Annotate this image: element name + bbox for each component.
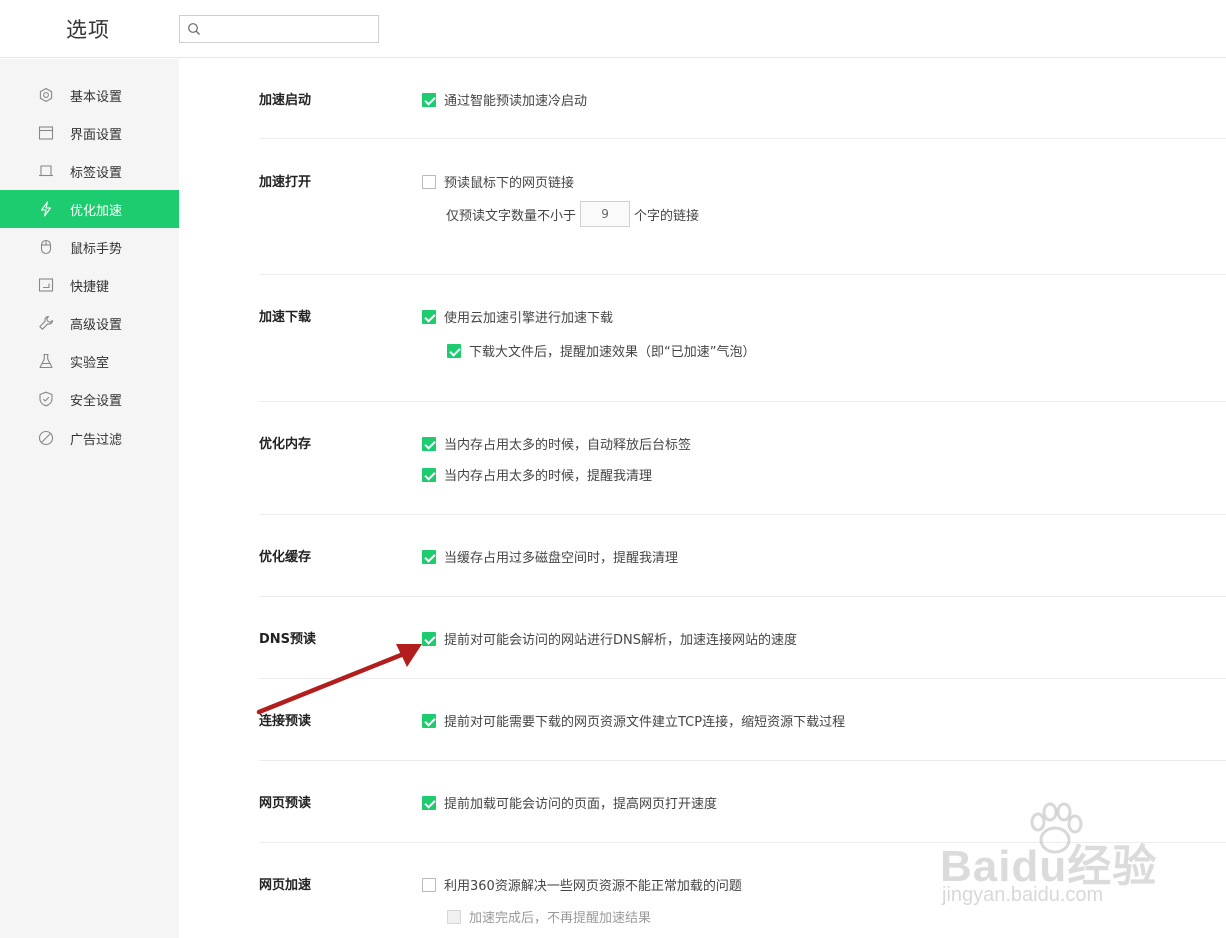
keyboard-icon [38,278,54,292]
mouse-icon [40,239,52,255]
min-chars-prefix: 仅预读文字数量不小于 [446,208,577,224]
checkbox[interactable] [422,795,436,810]
tab-icon [39,165,53,177]
section-title: 网页加速 [259,878,312,893]
option-release-tabs[interactable]: 当内存占用太多的时候，自动释放后台标签 [422,434,691,453]
section-cache: 优化缓存 当缓存占用过多磁盘空间时，提醒我清理 [259,515,1226,597]
option-no-accel-remind[interactable]: 加速完成后，不再提醒加速结果 [447,907,651,926]
sidebar-item-label: 优化加速 [70,204,123,219]
search-box[interactable] [179,15,379,43]
section-page-accel: 网页加速 利用360资源解决一些网页资源不能正常加载的问题 加速完成后，不再提醒… [259,843,1226,938]
sidebar-item-tabs[interactable]: 标签设置 [0,152,179,190]
sidebar-item-label: 高级设置 [70,318,123,333]
min-chars-input[interactable] [580,201,631,227]
lightning-icon [40,201,52,217]
checkbox[interactable] [422,309,436,324]
sidebar-item-adblock[interactable]: 广告过滤 [0,419,179,457]
option-label: 使用云加速引擎进行加速下载 [444,311,614,326]
checkbox[interactable] [447,909,461,924]
sidebar-item-label: 快捷键 [70,280,110,295]
sidebar-item-label: 基本设置 [70,90,123,105]
section-title: 连接预读 [259,714,312,729]
option-cache-remind[interactable]: 当缓存占用过多磁盘空间时，提醒我清理 [422,547,678,566]
section-connect: 连接预读 提前对可能需要下载的网页资源文件建立TCP连接，缩短资源下载过程 [259,679,1226,761]
sidebar-item-label: 安全设置 [70,394,123,409]
sidebar-item-ui[interactable]: 界面设置 [0,114,179,152]
block-icon [38,430,54,446]
section-title: 网页预读 [259,796,312,811]
section-title: 加速下载 [259,310,312,325]
section-memory: 优化内存 当内存占用太多的时候，自动释放后台标签 当内存占用太多的时候，提醒我清… [259,402,1226,515]
option-memory-remind[interactable]: 当内存占用太多的时候，提醒我清理 [422,465,652,484]
wrench-icon [39,315,54,330]
window-icon [38,126,54,140]
sidebar-item-advanced[interactable]: 高级设置 [0,304,179,342]
option-360-resource[interactable]: 利用360资源解决一些网页资源不能正常加载的问题 [422,875,742,894]
section-title: 优化内存 [259,437,312,452]
option-label: 当缓存占用过多磁盘空间时，提醒我清理 [444,551,679,566]
section-startup: 加速启动 通过智能预读加速冷启动 [259,59,1226,139]
section-title: 加速打开 [259,175,312,190]
checkbox[interactable] [422,467,436,482]
sidebar-item-optimize[interactable]: 优化加速 [0,190,179,228]
search-input[interactable] [206,19,374,39]
sidebar-item-label: 鼠标手势 [70,242,123,257]
option-label: 当内存占用太多的时候，自动释放后台标签 [444,438,692,453]
section-title: 优化缓存 [259,550,312,565]
sidebar-item-label: 界面设置 [70,128,123,143]
checkbox[interactable] [422,713,436,728]
option-label: 利用360资源解决一些网页资源不能正常加载的问题 [444,879,742,894]
page-title: 选项 [66,18,110,42]
option-label: 加速完成后，不再提醒加速结果 [469,911,652,926]
sidebar-item-security[interactable]: 安全设置 [0,380,179,418]
content: 加速启动 通过智能预读加速冷启动 加速打开 预读鼠标下的网页链接 仅预读文字数量… [179,59,1226,938]
sidebar: 基本设置 界面设置 标签设置 优化加速 鼠标手势 快捷键 高级设置 实验室 安全… [0,59,179,938]
section-title: 加速启动 [259,93,312,108]
section-title: DNS预读 [259,632,317,647]
checkbox[interactable] [422,877,436,892]
min-chars-row: 仅预读文字数量不小于 个字的链接 [446,201,699,227]
sidebar-item-lab[interactable]: 实验室 [0,342,179,380]
option-cloud-download[interactable]: 使用云加速引擎进行加速下载 [422,307,613,326]
checkbox[interactable] [422,174,436,189]
checkbox[interactable] [447,343,461,358]
section-page-preread: 网页预读 提前加载可能会访问的页面，提高网页打开速度 [259,761,1226,843]
option-label: 预读鼠标下的网页链接 [444,176,575,191]
sidebar-item-shortcuts[interactable]: 快捷键 [0,266,179,304]
section-open: 加速打开 预读鼠标下的网页链接 仅预读文字数量不小于 个字的链接 [259,139,1226,275]
min-chars-suffix: 个字的链接 [634,208,700,224]
section-dns: DNS预读 提前对可能会访问的网站进行DNS解析，加速连接网站的速度 [259,597,1226,679]
sidebar-item-label: 标签设置 [70,166,123,181]
header: 选项 [0,0,1226,58]
checkbox[interactable] [422,631,436,646]
checkbox[interactable] [422,549,436,564]
gear-icon [39,87,53,103]
option-label: 通过智能预读加速冷启动 [444,94,588,109]
sidebar-item-mouse[interactable]: 鼠标手势 [0,228,179,266]
section-download: 加速下载 使用云加速引擎进行加速下载 下载大文件后，提醒加速效果（即“已加速”气… [259,275,1226,402]
sidebar-item-label: 实验室 [70,356,110,371]
shield-icon [39,391,53,407]
option-label: 提前对可能需要下载的网页资源文件建立TCP连接，缩短资源下载过程 [444,715,846,730]
search-icon [188,23,200,35]
option-preread-links[interactable]: 预读鼠标下的网页链接 [422,172,574,191]
option-smart-preread[interactable]: 通过智能预读加速冷启动 [422,90,587,109]
sidebar-item-basic[interactable]: 基本设置 [0,76,179,114]
option-label: 当内存占用太多的时候，提醒我清理 [444,469,653,484]
option-label: 下载大文件后，提醒加速效果（即“已加速”气泡） [469,345,756,360]
sidebar-item-label: 广告过滤 [70,433,123,448]
checkbox[interactable] [422,436,436,451]
checkbox[interactable] [422,92,436,107]
option-page-preload[interactable]: 提前加载可能会访问的页面，提高网页打开速度 [422,793,717,812]
option-download-bubble[interactable]: 下载大文件后，提醒加速效果（即“已加速”气泡） [447,341,755,360]
option-dns-preresolve[interactable]: 提前对可能会访问的网站进行DNS解析，加速连接网站的速度 [422,629,797,648]
option-label: 提前加载可能会访问的页面，提高网页打开速度 [444,797,718,812]
option-label: 提前对可能会访问的网站进行DNS解析，加速连接网站的速度 [444,633,797,648]
option-tcp-preconnect[interactable]: 提前对可能需要下载的网页资源文件建立TCP连接，缩短资源下载过程 [422,711,845,730]
flask-icon [39,353,53,369]
